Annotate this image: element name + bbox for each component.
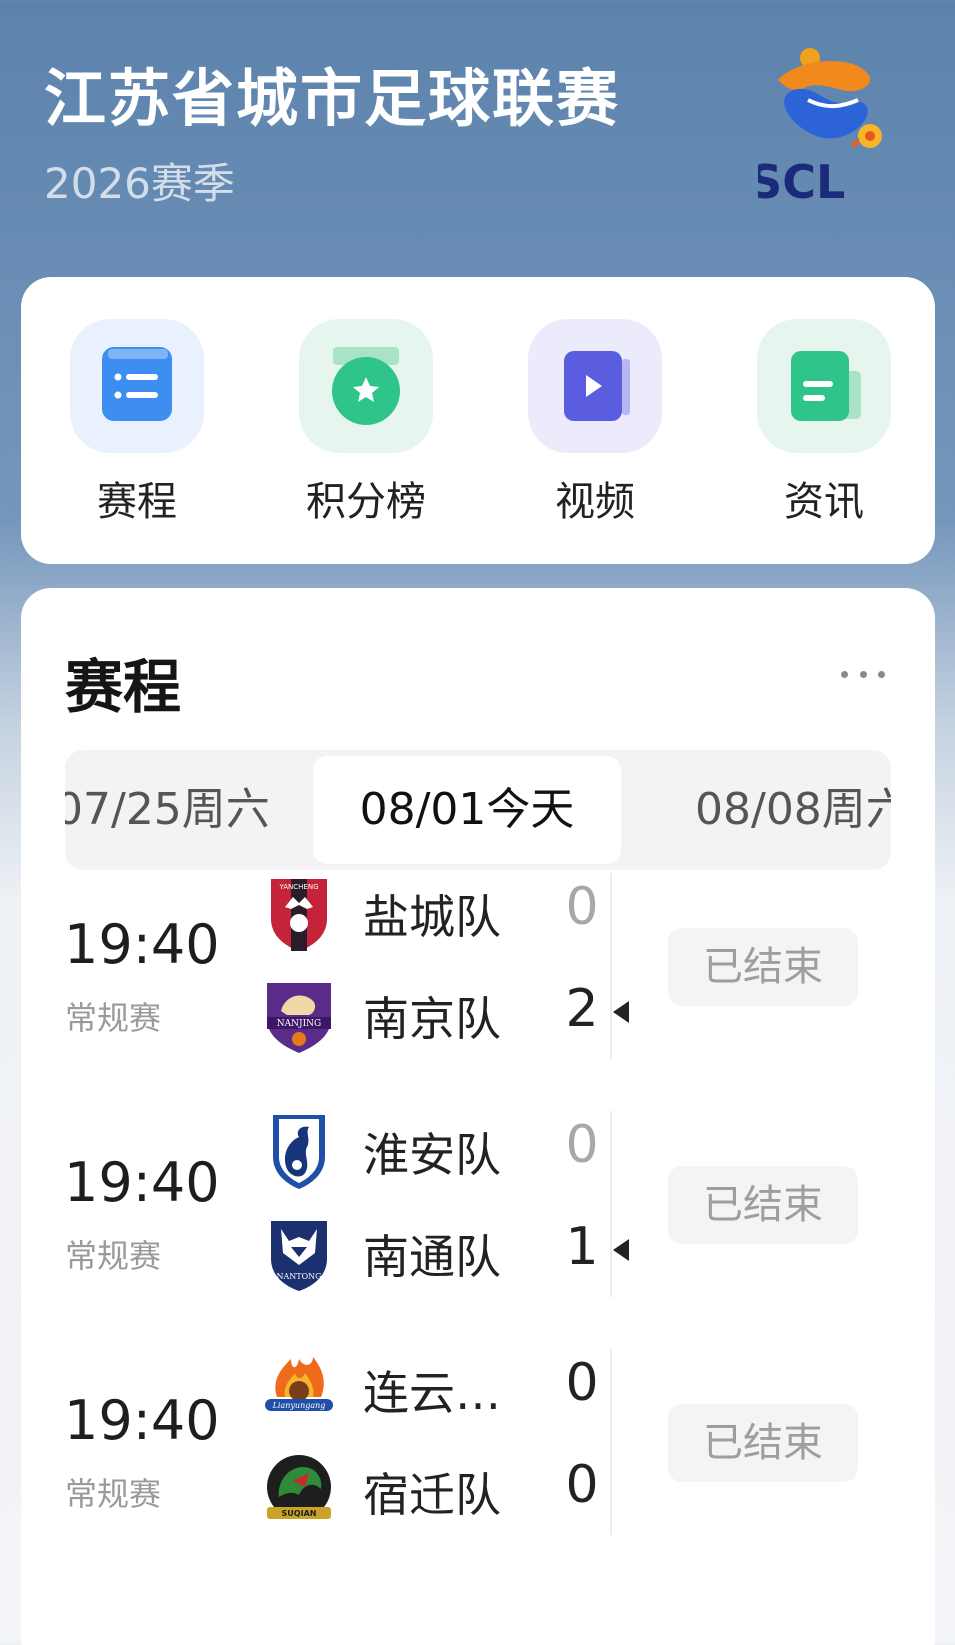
- match-type: 常规赛: [65, 999, 162, 1037]
- team-logo-text: NANTONG: [276, 1272, 321, 1281]
- medal-star-icon: [299, 319, 433, 453]
- team-name: 盐城队: [363, 890, 501, 944]
- match-type: 常规赛: [65, 1237, 162, 1275]
- divider: [610, 1349, 612, 1535]
- video-play-icon: [528, 319, 662, 453]
- team-score: 0: [565, 1115, 599, 1175]
- match-time: 19:40: [64, 913, 220, 976]
- match-time: 19:40: [64, 1389, 220, 1452]
- nav-item-schedule[interactable]: 赛程: [67, 319, 207, 525]
- nav-item-news[interactable]: 资讯: [754, 319, 894, 525]
- logo-text: JSCL: [758, 155, 845, 209]
- match-status-button[interactable]: 已结束: [668, 928, 858, 1006]
- team-logo-text: SUQIAN: [282, 1509, 317, 1518]
- team-name: 南京队: [363, 992, 501, 1046]
- more-dots-icon[interactable]: [841, 664, 885, 684]
- team-score: 2: [565, 979, 599, 1039]
- quick-nav-card: 赛程 积分榜 视频 资讯: [21, 277, 935, 564]
- nav-label-video: 视频: [555, 479, 635, 525]
- team-name: 连云…: [363, 1366, 501, 1420]
- team-score: 1: [565, 1217, 599, 1277]
- nav-label-standings: 积分榜: [306, 479, 426, 525]
- home-team: YANCHENG 盐城队 0: [241, 873, 621, 953]
- nav-item-video[interactable]: 视频: [525, 319, 665, 525]
- match-row[interactable]: 19:40 常规赛 淮安队 0 NANTONG 南通队 1 已结束: [21, 1111, 935, 1331]
- nantong-team-logo: NANTONG: [263, 1213, 335, 1293]
- winner-arrow-icon: [613, 1001, 629, 1023]
- date-selector: 07/25周六 08/01今天 08/08周六: [65, 750, 891, 870]
- lianyungang-team-logo: Lianyungang: [263, 1349, 335, 1429]
- home-team: 淮安队 0: [241, 1111, 621, 1191]
- date-tab-next[interactable]: 08/08周六: [695, 756, 891, 864]
- team-logo-text: NANJING: [277, 1019, 321, 1029]
- team-name: 南通队: [363, 1230, 501, 1284]
- suqian-team-logo: SUQIAN: [263, 1451, 335, 1531]
- schedule-title: 赛程: [65, 653, 182, 721]
- match-row[interactable]: 19:40 常规赛 Lianyungang 连云… 0 SUQIAN 宿迁队 0…: [21, 1349, 935, 1569]
- match-type: 常规赛: [65, 1475, 162, 1513]
- away-team: SUQIAN 宿迁队 0: [241, 1451, 621, 1531]
- team-logo-text: YANCHENG: [279, 883, 319, 891]
- team-logo-text: Lianyungang: [272, 1401, 326, 1410]
- team-score: 0: [565, 1455, 599, 1515]
- league-logo: JSCL: [729, 40, 908, 210]
- match-status-button[interactable]: 已结束: [668, 1404, 858, 1482]
- app-header: 江苏省城市足球联赛 2026赛季 JSCL: [0, 0, 955, 270]
- nav-label-news: 资讯: [784, 479, 864, 525]
- away-team: NANJING 南京队 2: [241, 975, 629, 1055]
- schedule-card: 赛程 07/25周六 08/01今天 08/08周六 19:40 常规赛 YAN…: [21, 588, 935, 1645]
- huaian-team-logo: [263, 1111, 335, 1191]
- page-title: 江苏省城市足球联赛: [44, 62, 621, 135]
- winner-arrow-icon: [613, 1239, 629, 1261]
- team-score: 0: [565, 1353, 599, 1413]
- team-score: 0: [565, 877, 599, 937]
- team-name: 淮安队: [363, 1128, 501, 1182]
- home-team: Lianyungang 连云… 0: [241, 1349, 621, 1429]
- date-tab-today[interactable]: 08/01今天: [313, 756, 621, 864]
- away-team: NANTONG 南通队 1: [241, 1213, 629, 1293]
- yancheng-team-logo: YANCHENG: [263, 873, 335, 953]
- nav-label-schedule: 赛程: [97, 479, 177, 525]
- divider: [610, 873, 612, 1059]
- match-row[interactable]: 19:40 常规赛 YANCHENG 盐城队 0 NANJING 南京队 2 已…: [21, 873, 935, 1093]
- schedule-list-icon: [70, 319, 204, 453]
- nanjing-team-logo: NANJING: [263, 975, 335, 1055]
- divider: [610, 1111, 612, 1297]
- match-status-button[interactable]: 已结束: [668, 1166, 858, 1244]
- team-name: 宿迁队: [363, 1468, 501, 1522]
- season-label: 2026赛季: [44, 159, 235, 208]
- nav-item-standings[interactable]: 积分榜: [296, 319, 436, 525]
- date-tab-prev[interactable]: 07/25周六: [65, 756, 270, 864]
- match-time: 19:40: [64, 1151, 220, 1214]
- news-document-icon: [757, 319, 891, 453]
